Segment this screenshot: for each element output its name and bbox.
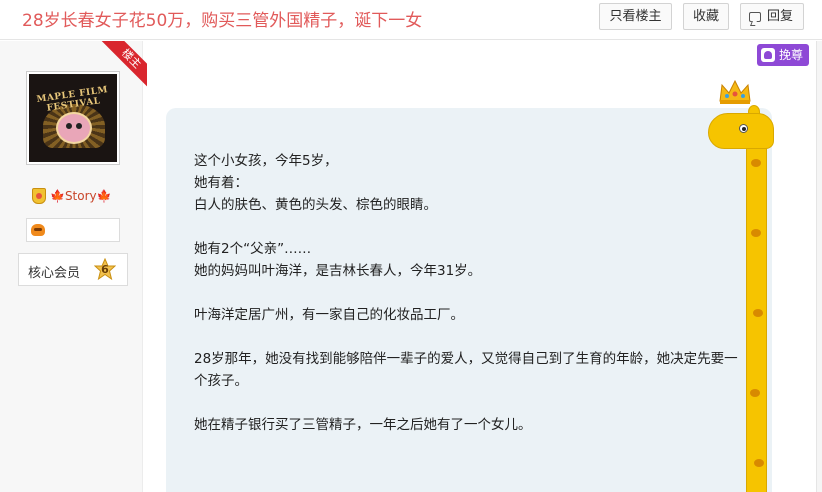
op-ribbon-label: 楼主 — [101, 41, 147, 87]
avatar-image: MAPLE FILM FESTIVAL — [29, 74, 117, 162]
level-number: 6 — [101, 263, 109, 276]
level-title: 核心会员 — [28, 266, 81, 281]
giraffe-eye — [739, 124, 748, 133]
only-op-button[interactable]: 只看楼主 — [599, 3, 672, 30]
vip-support-label: 挽尊 — [779, 48, 804, 62]
reply-icon — [749, 12, 761, 22]
thread-title: 28岁长春女子花50万，购买三管外国精子，诞下一女 — [22, 11, 423, 31]
favorite-button[interactable]: 收藏 — [683, 3, 729, 30]
page-scroll-edge — [816, 41, 822, 492]
username-line[interactable]: 🍁Story🍁 — [32, 186, 112, 206]
post-line: 她在精子银行买了三管精子，一年之后她有了一个女儿。 — [194, 417, 532, 433]
post-content: 这个小女孩，今年5岁， 她有着： 白人的肤色、黄色的头发、棕色的眼睛。 她有2个… — [166, 108, 772, 492]
post-area: MAPLE FILM FESTIVAL 🍁Story🍁 核心会员 6 楼主 这个… — [0, 41, 822, 492]
post-line: 这个小女孩，今年5岁， — [194, 153, 338, 169]
post-line: 她有着： — [194, 175, 248, 191]
post-line: 28岁那年，她没有找到能够陪伴一辈子的爱人，又觉得自己到了生育的年龄，她决定先要… — [194, 351, 738, 389]
giraffe-neck — [746, 129, 767, 492]
forum-thread-page: 28岁长春女子花50万，购买三管外国精子，诞下一女 只看楼主 收藏 回复 MAP… — [0, 0, 822, 492]
post-line: 白人的肤色、黄色的头发、棕色的眼睛。 — [194, 197, 437, 213]
member-level-box: 核心会员 6 — [18, 253, 128, 286]
post-body: 这个小女孩，今年5岁， 她有着： 白人的肤色、黄色的头发、棕色的眼睛。 她有2个… — [194, 150, 742, 436]
post-line: 她有2个“父亲”…… — [194, 241, 312, 257]
game-controller-icon — [31, 224, 45, 236]
game-badge-box — [26, 218, 120, 242]
reply-button-label: 回复 — [766, 9, 793, 24]
author-sidebar: MAPLE FILM FESTIVAL 🍁Story🍁 核心会员 6 — [0, 41, 143, 492]
post-line: 叶海洋定居广州，有一家自己的化妆品工厂。 — [194, 307, 464, 323]
level-badge: 6 — [93, 257, 117, 282]
giraffe-head — [708, 113, 774, 149]
username[interactable]: 🍁Story🍁 — [50, 189, 112, 203]
medal-icon — [32, 188, 46, 204]
thumbs-up-icon — [761, 48, 775, 62]
avatar-face — [56, 112, 92, 144]
reply-button[interactable]: 回复 — [740, 3, 804, 30]
giraffe-mascot — [706, 69, 776, 492]
thread-header: 28岁长春女子花50万，购买三管外国精子，诞下一女 只看楼主 收藏 回复 — [0, 0, 822, 40]
crown-icon — [718, 79, 752, 105]
op-ribbon: 楼主 — [101, 41, 147, 87]
post-line: 她的妈妈叫叶海洋，是吉林长春人，今年31岁。 — [194, 263, 482, 279]
vip-support-button[interactable]: 挽尊 — [757, 44, 809, 66]
